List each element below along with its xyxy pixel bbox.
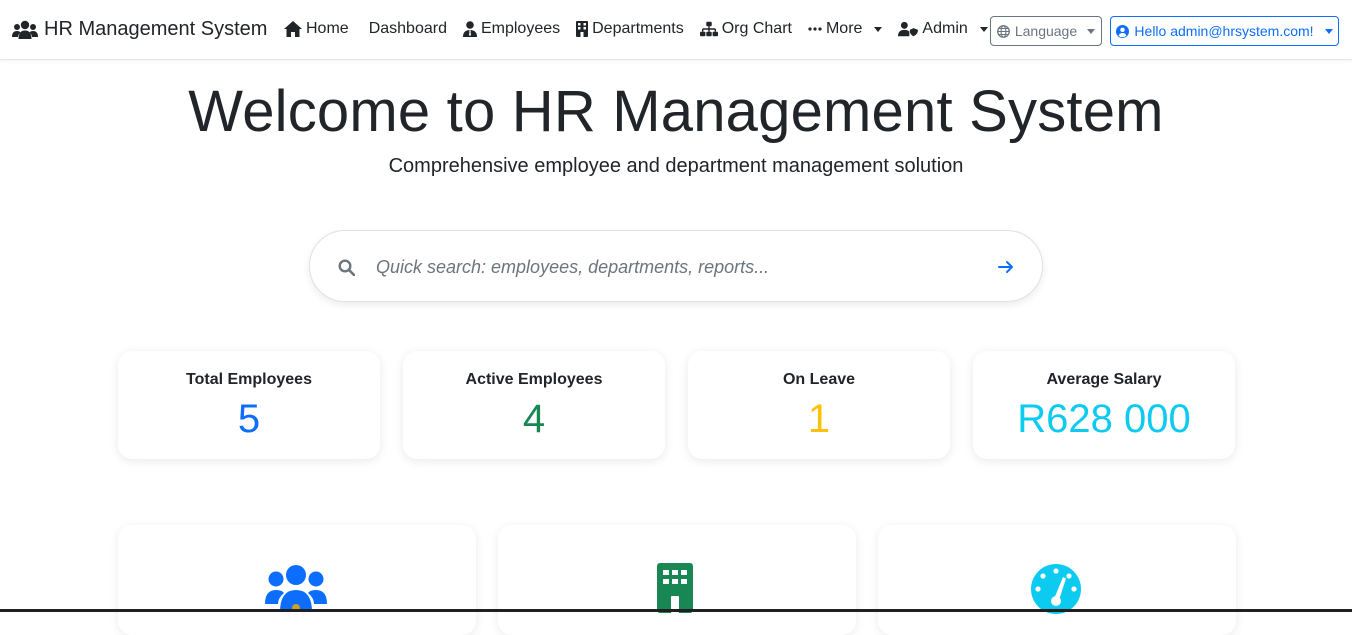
stat-label: On Leave: [782, 371, 856, 388]
top-navbar: HR Management System Home Dashboard Empl…: [0, 0, 1352, 60]
tachometer-icon: [1031, 564, 1081, 614]
nav-org-chart-label: Org Chart: [721, 20, 792, 37]
arrow-right-icon[interactable]: [997, 258, 1015, 276]
users-icon: [265, 565, 327, 612]
building-icon: [657, 563, 693, 613]
stat-value: R628 000: [1017, 397, 1191, 441]
user-account-dropdown[interactable]: Hello admin@hrsystem.com!: [1110, 16, 1339, 46]
stat-card-total-employees: Total Employees 5: [118, 351, 380, 459]
users-icon: [12, 20, 38, 39]
nav-links: Home Dashboard Employees Departments Org…: [284, 20, 988, 38]
user-greeting: Hello admin@hrsystem.com!: [1134, 23, 1314, 39]
home-icon: [284, 21, 302, 37]
feature-card-employees[interactable]: [118, 525, 476, 635]
nav-admin-dropdown[interactable]: Admin: [898, 20, 988, 38]
nav-departments-label: Departments: [592, 20, 684, 37]
chevron-down-icon: [1087, 28, 1096, 34]
quick-search-input[interactable]: [376, 253, 976, 281]
nav-departments[interactable]: Departments: [576, 20, 684, 38]
user-shield-icon: [898, 21, 919, 37]
stat-card-on-leave: On Leave 1: [688, 351, 950, 459]
nav-home[interactable]: Home: [284, 20, 349, 38]
nav-employees-label: Employees: [480, 20, 561, 37]
feature-card-dashboard[interactable]: [878, 525, 1236, 635]
nav-dashboard-label: Dashboard: [368, 20, 447, 37]
stat-value: 5: [237, 397, 261, 441]
stat-value: 1: [807, 397, 831, 441]
stat-label: Active Employees: [465, 371, 603, 388]
globe-icon: [996, 24, 1010, 38]
nav-more-dropdown[interactable]: More: [808, 20, 883, 38]
language-label: Language: [1014, 23, 1078, 39]
stat-card-average-salary: Average Salary R628 000: [973, 351, 1235, 459]
nav-org-chart[interactable]: Org Chart: [699, 20, 792, 38]
feature-card-departments[interactable]: [498, 525, 856, 635]
stat-value: 4: [522, 397, 546, 441]
chevron-down-icon: [874, 26, 883, 32]
stat-label: Total Employees: [186, 371, 312, 388]
nav-dashboard[interactable]: Dashboard: [369, 20, 447, 38]
nav-more-label: More: [825, 20, 863, 37]
stat-card-active-employees: Active Employees 4: [403, 351, 665, 459]
quick-search-box: [309, 230, 1043, 302]
page-subtitle: Comprehensive employee and department ma…: [388, 155, 964, 177]
chevron-down-icon: [979, 26, 988, 32]
nav-home-label: Home: [306, 20, 349, 37]
language-dropdown[interactable]: Language: [990, 16, 1102, 46]
chevron-down-icon: [1324, 28, 1333, 34]
stat-label: Average Salary: [1046, 371, 1162, 388]
nav-employees[interactable]: Employees: [462, 20, 561, 38]
search-icon: [338, 259, 355, 276]
user-tie-icon: [462, 21, 477, 37]
sitemap-icon: [699, 21, 718, 37]
building-icon: [576, 21, 589, 37]
nav-admin-label: Admin: [922, 20, 968, 37]
brand-title: HR Management System: [44, 18, 268, 40]
brand-link[interactable]: HR Management System: [12, 18, 267, 41]
ellipsis-icon: [808, 27, 822, 31]
user-circle-icon: [1116, 24, 1130, 38]
page-title: Welcome to HR Management System: [188, 79, 1164, 144]
